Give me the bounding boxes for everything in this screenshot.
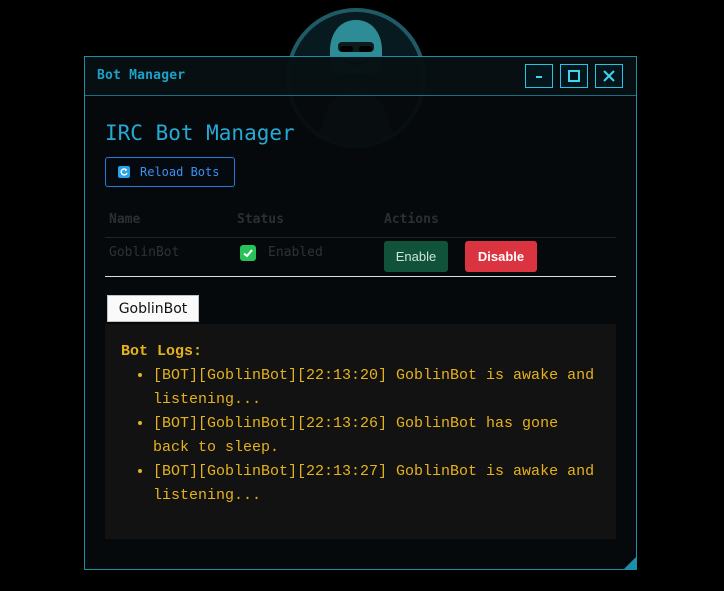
bot-logs-panel: Bot Logs: [BOT][GoblinBot][22:13:20] Gob… bbox=[105, 324, 616, 539]
log-entry: [BOT][GoblinBot][22:13:26] GoblinBot has… bbox=[153, 412, 600, 460]
log-list: [BOT][GoblinBot][22:13:20] GoblinBot is … bbox=[121, 364, 600, 508]
table-header-divider bbox=[105, 237, 616, 238]
minimize-button[interactable] bbox=[525, 64, 553, 88]
enabled-checkbox[interactable] bbox=[240, 245, 256, 261]
reload-bots-button[interactable]: Reload Bots bbox=[105, 157, 235, 187]
disable-button[interactable]: Disable bbox=[465, 241, 537, 272]
window-title: Bot Manager bbox=[97, 68, 186, 83]
logs-title: Bot Logs: bbox=[121, 343, 203, 360]
minimize-icon bbox=[536, 76, 542, 78]
resize-handle[interactable] bbox=[624, 557, 636, 569]
tab-goblinbot[interactable]: GoblinBot bbox=[107, 295, 199, 322]
checkmark-icon bbox=[243, 249, 253, 258]
bot-status-cell: Enabled bbox=[268, 245, 323, 260]
page-title: IRC Bot Manager bbox=[105, 121, 295, 145]
column-header-name: Name bbox=[109, 212, 141, 227]
reload-bots-label: Reload Bots bbox=[140, 165, 220, 179]
desktop: Bot Manager IRC Bot Manager Reload Bots … bbox=[0, 0, 724, 591]
log-entry: [BOT][GoblinBot][22:13:20] GoblinBot is … bbox=[153, 364, 600, 412]
bot-manager-window: Bot Manager IRC Bot Manager Reload Bots … bbox=[84, 56, 637, 570]
maximize-icon bbox=[568, 70, 580, 82]
bot-name-cell: GoblinBot bbox=[109, 245, 180, 260]
reload-icon bbox=[118, 166, 130, 178]
maximize-button[interactable] bbox=[560, 64, 588, 88]
close-button[interactable] bbox=[595, 64, 623, 88]
log-entry: [BOT][GoblinBot][22:13:27] GoblinBot is … bbox=[153, 460, 600, 508]
close-icon bbox=[603, 70, 615, 82]
column-header-status: Status bbox=[237, 212, 284, 227]
column-header-actions: Actions bbox=[384, 212, 439, 227]
window-titlebar[interactable]: Bot Manager bbox=[85, 57, 636, 96]
table-bottom-divider bbox=[105, 276, 616, 277]
enable-button[interactable]: Enable bbox=[384, 241, 448, 272]
